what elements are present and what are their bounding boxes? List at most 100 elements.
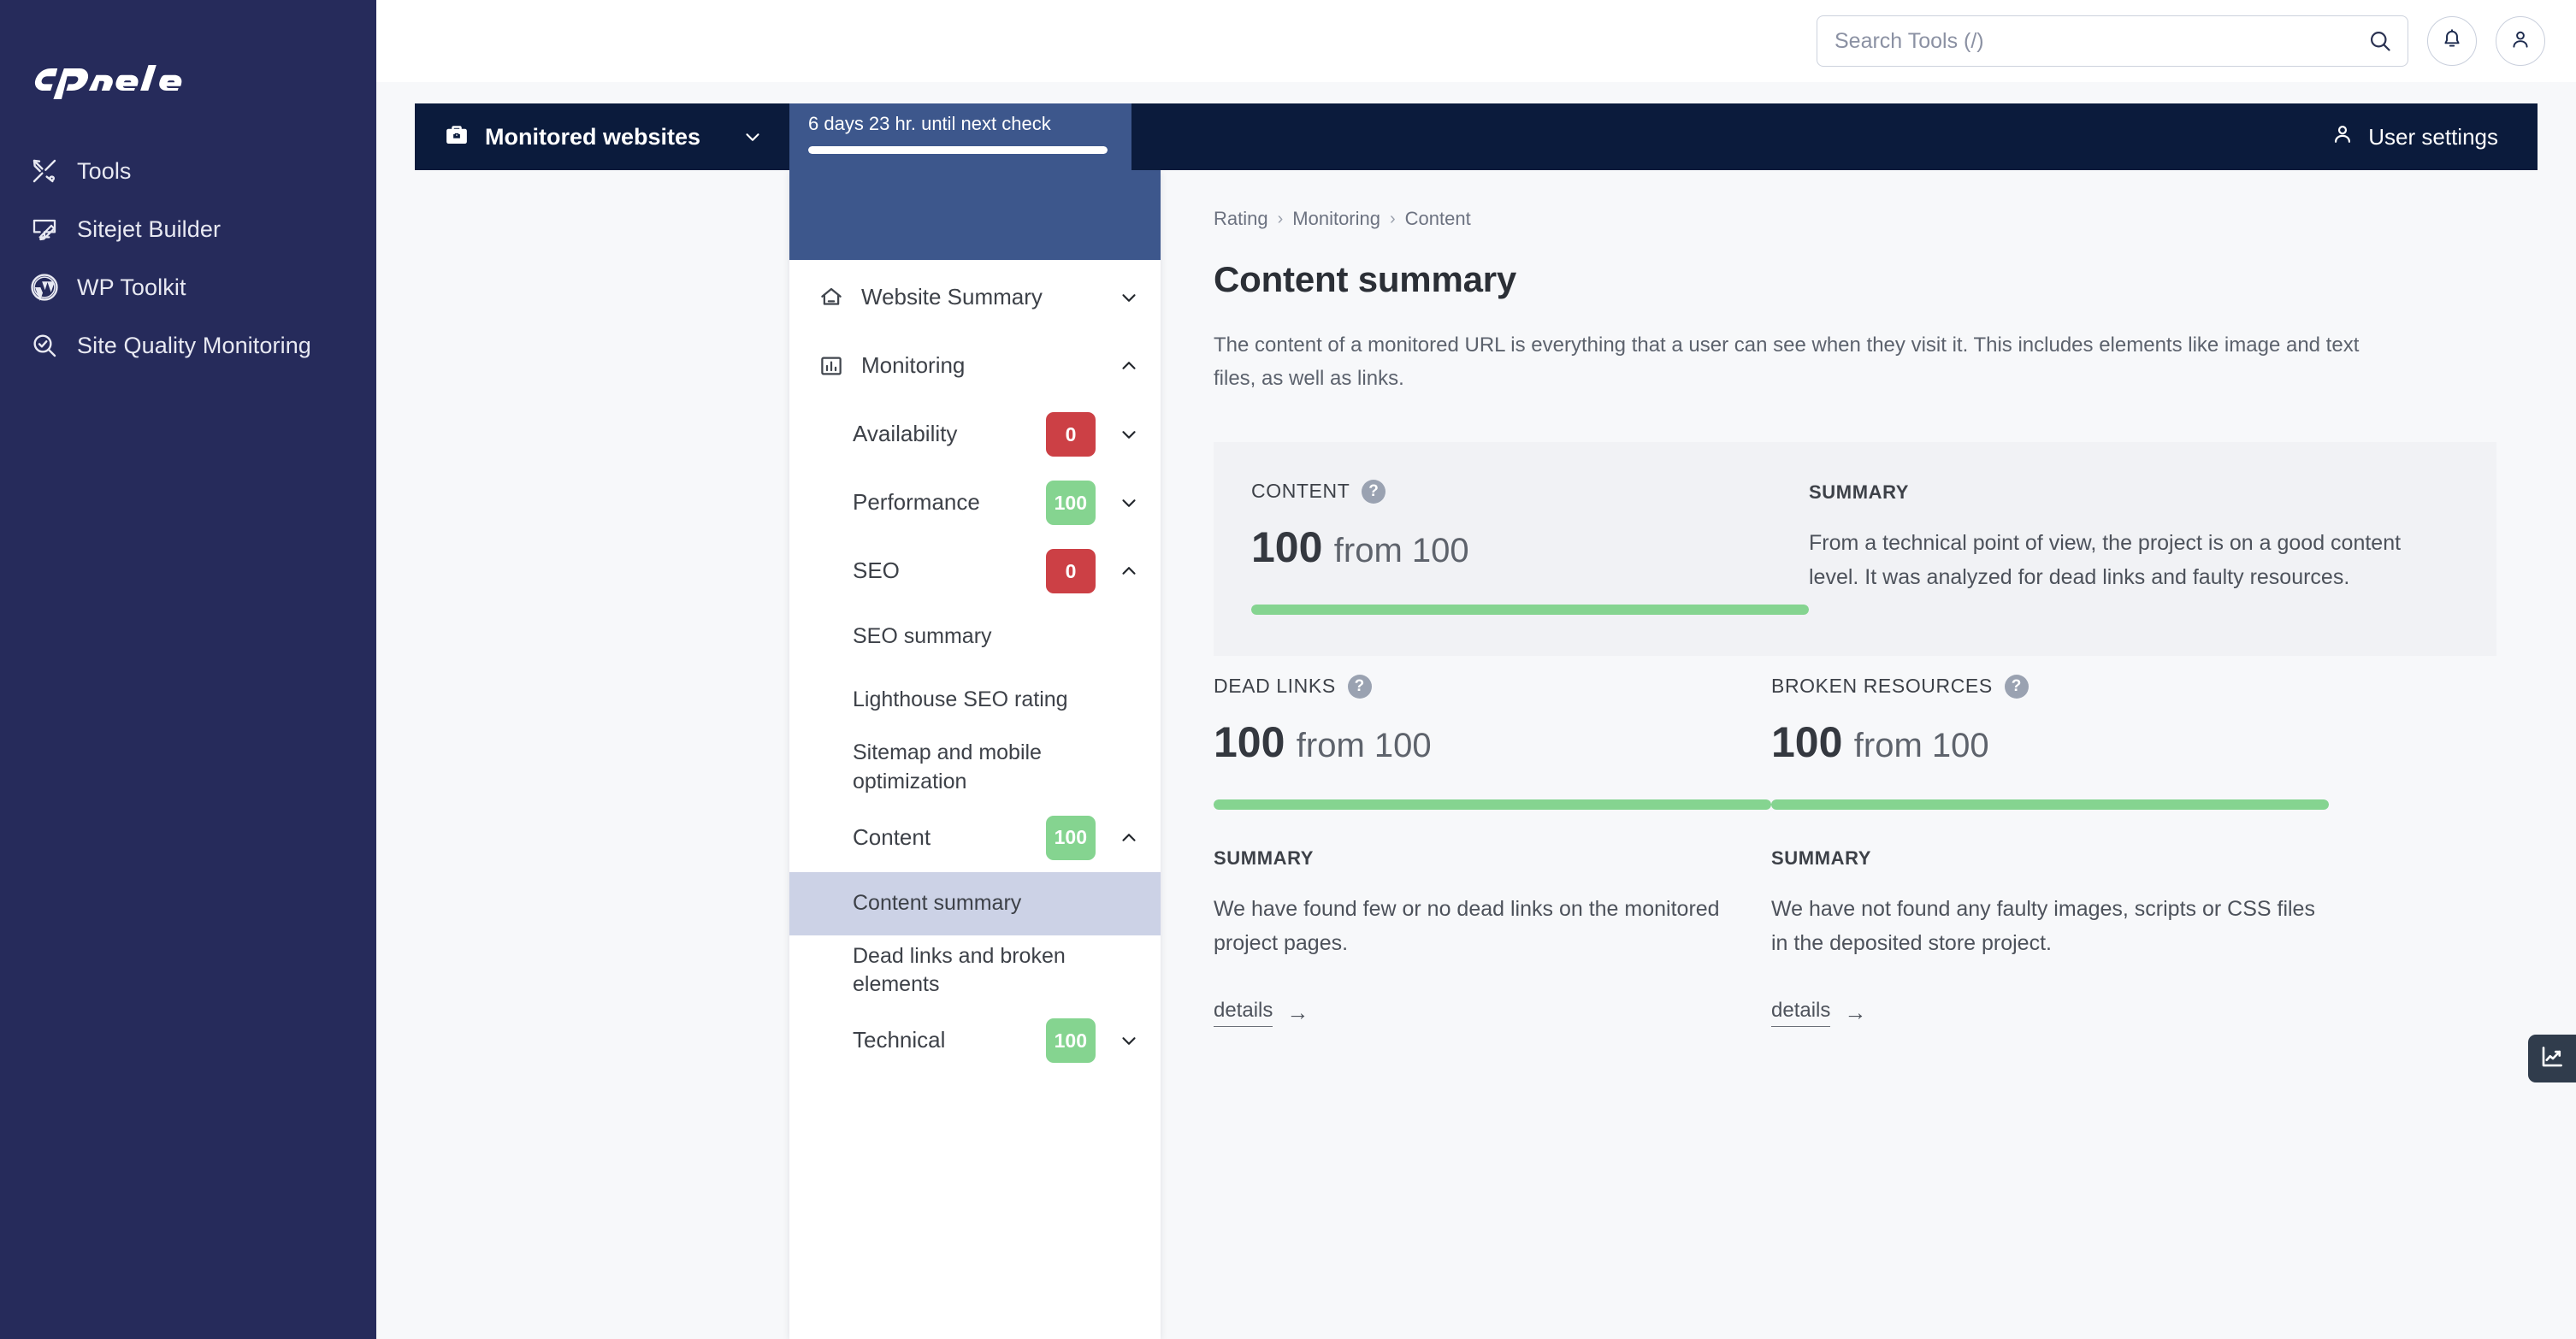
nav-item-label: Lighthouse SEO rating xyxy=(853,686,1101,715)
score-badge: 100 xyxy=(1046,481,1096,525)
nav-item-label: SEO summary xyxy=(853,622,1101,652)
nav-item-label: Sitemap and mobile optimization xyxy=(853,739,1101,797)
nav-item-label: Dead links and broken elements xyxy=(853,942,1101,1000)
sidebar-item-site-quality-monitoring[interactable]: Site Quality Monitoring xyxy=(0,316,376,375)
nav-item-availability[interactable]: Availability 0 xyxy=(789,400,1161,469)
sidebar-item-tools[interactable]: Tools xyxy=(0,142,376,200)
breadcrumb-item-rating[interactable]: Rating xyxy=(1214,208,1268,230)
score-badge: 0 xyxy=(1046,549,1096,593)
nav-item-seo[interactable]: SEO0 xyxy=(789,537,1161,605)
countdown-progress-track xyxy=(808,146,1108,154)
nav-item-lighthouse-seo-rating[interactable]: Lighthouse SEO rating xyxy=(789,669,1161,732)
main-content: Rating › Monitoring › Content Content su… xyxy=(1161,170,2538,1339)
broken-resources-header: BROKEN RESOURCES ? xyxy=(1771,675,2329,699)
cpanel-sidebar: Tools Sitejet Builder WP Toolkit xyxy=(0,0,376,1339)
nav-item-sitemap-and-mobile-optimization[interactable]: Sitemap and mobile optimization xyxy=(789,732,1161,804)
dead-links-summary-text: We have found few or no dead links on th… xyxy=(1214,892,1771,961)
tools-icon xyxy=(29,156,60,186)
account-button[interactable] xyxy=(2496,16,2545,66)
sidebar-item-label: Sitejet Builder xyxy=(77,216,221,243)
score-badge: 0 xyxy=(1046,412,1096,457)
chevron-placeholder xyxy=(1116,891,1142,917)
dead-links-label: DEAD LINKS xyxy=(1214,675,1336,698)
user-settings-button[interactable]: User settings xyxy=(2305,103,2538,170)
user-icon xyxy=(2331,122,2354,152)
nav-item-website-summary[interactable]: Website Summary xyxy=(789,263,1161,332)
help-icon[interactable]: ? xyxy=(1362,480,1385,504)
nav-item-dead-links-and-broken-elements[interactable]: Dead links and broken elements xyxy=(789,935,1161,1007)
chevron-placeholder xyxy=(1116,755,1142,781)
dead-links-score-from: from 100 xyxy=(1297,727,1432,764)
sidebar-item-wp-toolkit[interactable]: WP Toolkit xyxy=(0,258,376,316)
chevron-up-icon[interactable] xyxy=(1116,558,1142,584)
briefcase-icon xyxy=(444,122,470,152)
details-label: details xyxy=(1214,999,1273,1027)
content-metric-header: CONTENT ? xyxy=(1251,480,1809,504)
nav-item-label: Performance xyxy=(853,487,1031,517)
search-check-icon xyxy=(29,330,60,361)
chevron-up-icon[interactable] xyxy=(1116,353,1142,379)
breadcrumb-item-content[interactable]: Content xyxy=(1405,208,1471,230)
cpanel-logo[interactable] xyxy=(32,50,376,109)
home-icon xyxy=(817,283,846,312)
bar-chart-icon xyxy=(817,351,846,380)
score-badge: 100 xyxy=(1046,816,1096,860)
bell-icon xyxy=(2441,28,2463,55)
content-score-from: from 100 xyxy=(1334,532,1469,569)
header-spacer xyxy=(1131,103,2305,170)
nav-item-label: Technical xyxy=(853,1025,1031,1055)
nav-item-label: Content xyxy=(853,823,1031,852)
page-description: The content of a monitored URL is everyt… xyxy=(1214,329,2407,396)
monitor-pencil-icon xyxy=(29,214,60,245)
countdown-progress-fill xyxy=(808,146,1108,154)
panel-hero-banner xyxy=(789,170,1161,260)
help-icon[interactable]: ? xyxy=(1348,675,1372,699)
user-settings-label: User settings xyxy=(2368,124,2498,150)
chevron-placeholder xyxy=(1116,687,1142,713)
app-header: Monitored websites 6 days 23 hr. until n… xyxy=(415,103,2538,170)
chevron-up-icon[interactable] xyxy=(1116,825,1142,851)
search-box xyxy=(1817,15,2408,67)
broken-resources-card: BROKEN RESOURCES ? 100 from 100 SUMMARY … xyxy=(1771,675,2329,1027)
next-check-countdown[interactable]: 6 days 23 hr. until next check xyxy=(789,103,1131,170)
broken-resources-label: BROKEN RESOURCES xyxy=(1771,675,1993,698)
user-icon xyxy=(2509,28,2532,55)
nav-item-monitoring[interactable]: Monitoring xyxy=(789,332,1161,400)
sidebar-item-sitejet-builder[interactable]: Sitejet Builder xyxy=(0,200,376,258)
search-icon[interactable] xyxy=(2367,28,2393,54)
monitoring-nav-list: Website SummaryMonitoring Availability 0 Pe… xyxy=(789,260,1161,1075)
dead-links-summary-label: SUMMARY xyxy=(1214,847,1771,870)
cpanel-nav: Tools Sitejet Builder WP Toolkit xyxy=(0,142,376,375)
dead-links-value: 100 from 100 xyxy=(1214,717,1771,767)
chevron-down-icon[interactable] xyxy=(1116,1028,1142,1053)
notifications-button[interactable] xyxy=(2427,16,2477,66)
chevron-down-icon[interactable] xyxy=(1116,490,1142,516)
nav-item-content[interactable]: Content 100 xyxy=(789,804,1161,872)
chevron-down-icon[interactable] xyxy=(1116,285,1142,310)
breadcrumb: Rating › Monitoring › Content xyxy=(1214,208,2496,230)
dead-links-details-link[interactable]: details → xyxy=(1214,999,1309,1027)
nav-item-content-summary[interactable]: Content summary xyxy=(789,872,1161,935)
content-summary-label: SUMMARY xyxy=(1809,481,2455,504)
breadcrumb-item-monitoring[interactable]: Monitoring xyxy=(1292,208,1380,230)
monitored-websites-selector[interactable]: Monitored websites xyxy=(415,103,789,170)
nav-item-seo-summary[interactable]: SEO summary xyxy=(789,605,1161,669)
content-score: 100 xyxy=(1251,523,1322,571)
sidebar-item-label: Tools xyxy=(77,158,132,185)
content-summary-text: From a technical point of view, the proj… xyxy=(1809,526,2455,595)
chart-tab-button[interactable] xyxy=(2528,1035,2576,1082)
nav-item-performance[interactable]: Performance 100 xyxy=(789,469,1161,537)
app-shell: Monitored websites 6 days 23 hr. until n… xyxy=(376,82,2576,1339)
nav-item-label: Availability xyxy=(853,419,1031,449)
broken-resources-summary-text: We have not found any faulty images, scr… xyxy=(1771,892,2329,961)
sub-metric-cards: DEAD LINKS ? 100 from 100 SUMMARY We hav… xyxy=(1214,675,2496,1027)
content-metric-label: CONTENT xyxy=(1251,480,1350,503)
arrow-right-icon: → xyxy=(1286,1000,1309,1026)
broken-resources-details-link[interactable]: details → xyxy=(1771,999,1866,1027)
help-icon[interactable]: ? xyxy=(2005,675,2029,699)
search-input[interactable] xyxy=(1817,15,2408,67)
line-chart-icon xyxy=(2539,1044,2565,1074)
chevron-down-icon[interactable] xyxy=(1116,422,1142,447)
nav-item-technical[interactable]: Technical100 xyxy=(789,1006,1161,1075)
dead-links-bar-track xyxy=(1214,799,1771,810)
